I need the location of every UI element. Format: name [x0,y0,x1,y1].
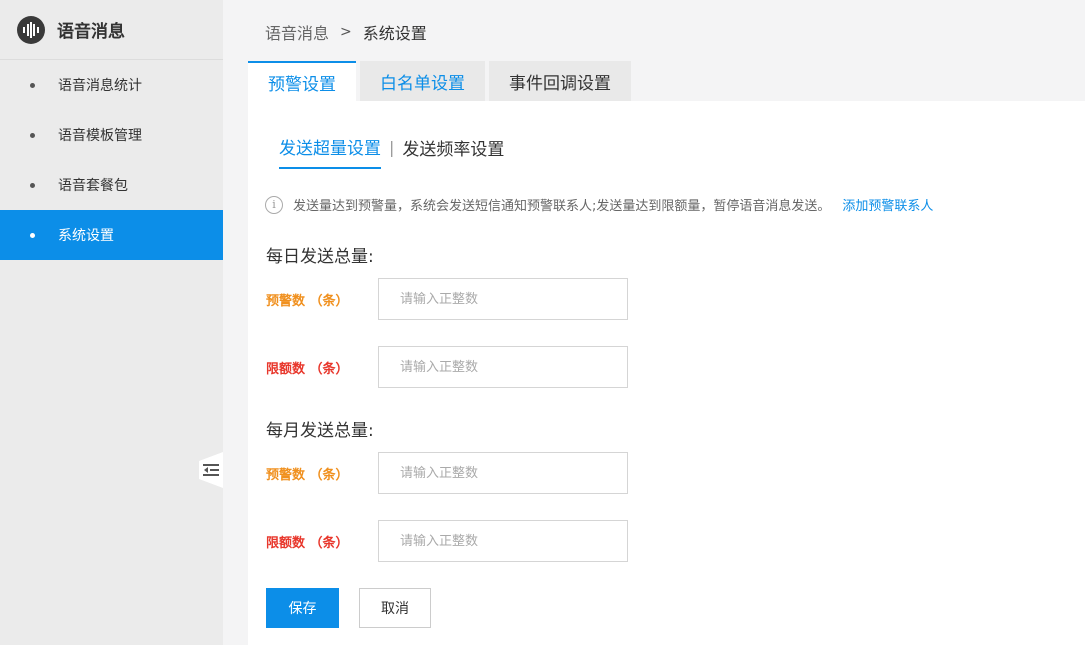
brand: 语音消息 [0,0,223,60]
sidebar-item-label: 语音模板管理 [58,128,142,144]
breadcrumb-parent[interactable]: 语音消息 [265,20,329,44]
daily-limit-label: 限额数 （条） [266,362,349,377]
monthly-limit-label: 限额数 （条） [266,536,349,551]
add-alert-contact-link[interactable]: 添加预警联系人 [842,195,933,214]
sidebar-item-voice-stats[interactable]: 语音消息统计 [0,60,223,110]
bullet-icon [30,82,35,88]
sidebar-item-label: 语音消息统计 [58,78,142,94]
daily-total-title: 每日发送总量: [266,247,374,267]
monthly-warn-label: 预警数 （条） [266,468,349,483]
tab-callback-settings[interactable]: 事件回调设置 [489,61,631,101]
sidebar-item-label: 系统设置 [58,228,114,244]
sidebar-item-package[interactable]: 语音套餐包 [0,160,223,210]
subtab-bar: 发送超量设置 | 发送频率设置 [279,134,504,169]
breadcrumb-current: 系统设置 [362,24,427,43]
settings-panel: 发送超量设置 | 发送频率设置 i 发送量达到预警量，系统会发送短信通知预警联系… [248,101,1085,645]
sidebar-item-template-manage[interactable]: 语音模板管理 [0,110,223,160]
sidebar-item-system-settings[interactable]: 系统设置 [0,210,223,260]
sidebar-nav: 语音消息统计 语音模板管理 语音套餐包 系统设置 [0,60,223,260]
sound-wave-icon [17,15,45,44]
daily-warn-input[interactable] [378,278,628,320]
sidebar-item-label: 语音套餐包 [58,178,128,194]
monthly-limit-input[interactable] [378,520,628,562]
breadcrumb-separator: > [340,24,352,40]
bullet-icon [30,132,35,138]
notice: i 发送量达到预警量，系统会发送短信通知预警联系人;发送量达到限额量，暂停语音消… [265,195,933,214]
subtab-overlimit[interactable]: 发送超量设置 [279,134,381,169]
subtab-separator: | [389,138,395,157]
notice-text: 发送量达到预警量，系统会发送短信通知预警联系人;发送量达到限额量，暂停语音消息发… [293,199,831,214]
bullet-icon [30,182,35,188]
breadcrumb: 语音消息 > 系统设置 [265,20,427,44]
monthly-total-title: 每月发送总量: [266,421,374,441]
daily-limit-input[interactable] [378,346,628,388]
info-icon: i [265,195,283,214]
daily-warn-label: 预警数 （条） [266,294,349,309]
tab-bar: 预警设置 白名单设置 事件回调设置 [248,61,635,101]
tab-alert-settings[interactable]: 预警设置 [248,61,356,101]
monthly-warn-input[interactable] [378,452,628,494]
main-content: 语音消息 > 系统设置 预警设置 白名单设置 事件回调设置 发送超量设置 | 发… [223,0,1085,645]
bullet-icon [30,232,35,238]
tab-whitelist-settings[interactable]: 白名单设置 [360,61,485,101]
subtab-frequency[interactable]: 发送频率设置 [402,135,504,168]
sidebar: 语音消息 语音消息统计 语音模板管理 语音套餐包 系统设置 [0,0,223,645]
cancel-button[interactable]: 取消 [359,588,431,628]
brand-title: 语音消息 [57,22,125,42]
save-button[interactable]: 保存 [266,588,339,628]
